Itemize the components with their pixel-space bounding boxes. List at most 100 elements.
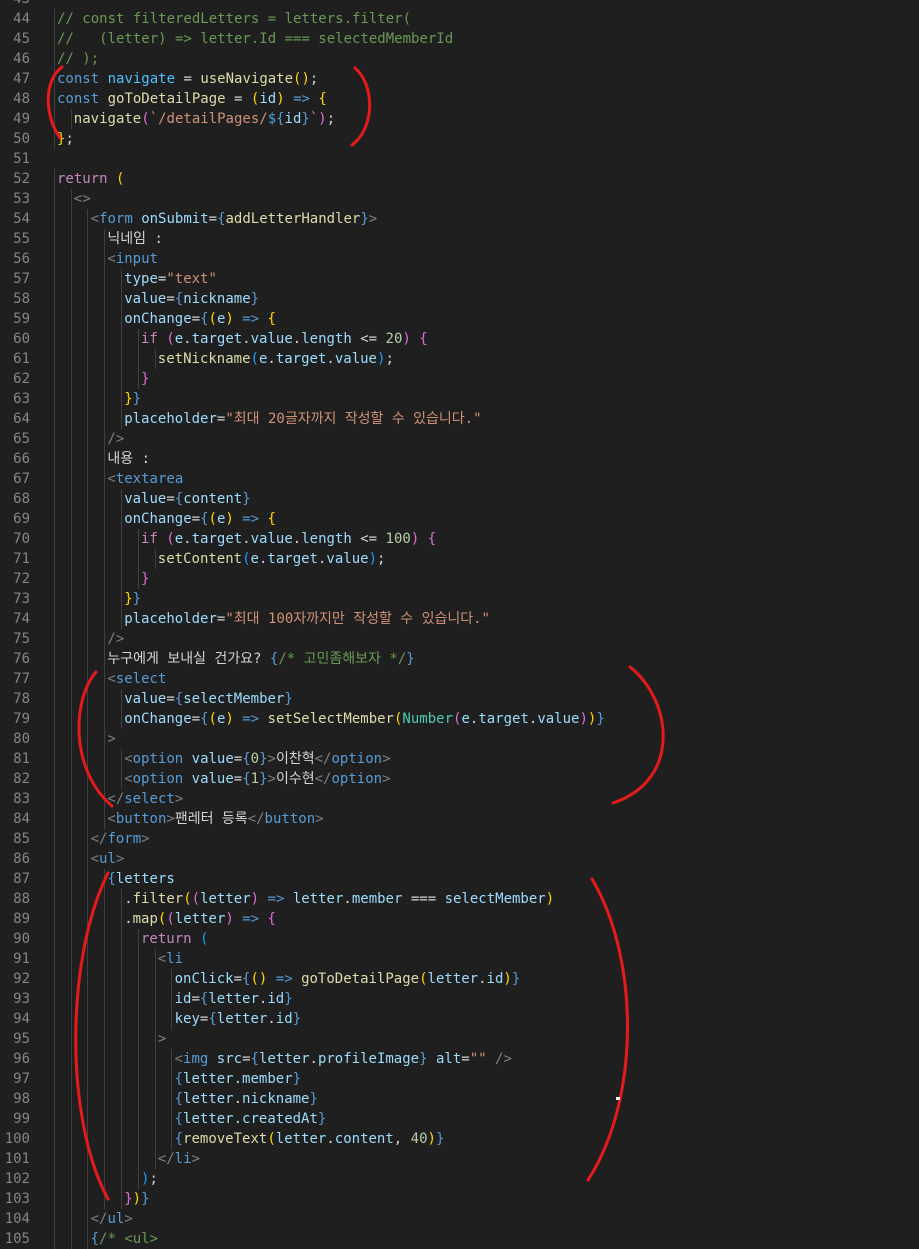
code-token: value	[124, 491, 167, 507]
code-line[interactable]: 89 .map((letter) => {	[0, 909, 919, 929]
code-token: 이수현	[275, 771, 315, 787]
indent-guide	[53, 1089, 55, 1109]
line-number: 51	[13, 151, 30, 167]
code-line[interactable]: 64 placeholder="최대 20글자까지 작성할 수 있습니다."	[0, 409, 919, 429]
code-token: (	[208, 511, 217, 527]
code-line[interactable]: 86 <ul>	[0, 849, 919, 869]
code-line[interactable]: 88 .filter((letter) => letter.member === …	[0, 889, 919, 909]
code-line[interactable]: 43	[0, 0, 919, 9]
code-line[interactable]: 90 return (	[0, 929, 919, 949]
code-line[interactable]: 84 <button>팬레터 등록</button>	[0, 809, 919, 829]
code-token: 누구에게 보내실 건가요?	[107, 651, 270, 667]
code-token: {	[427, 531, 437, 547]
code-line[interactable]: 71 setContent(e.target.value);	[0, 549, 919, 569]
code-line[interactable]: 50};	[0, 129, 919, 149]
code-line[interactable]: 87 {letters	[0, 869, 919, 889]
code-line[interactable]: 67 <textarea	[0, 469, 919, 489]
code-line[interactable]: 58 value={nickname}	[0, 289, 919, 309]
code-line[interactable]: 65 />	[0, 429, 919, 449]
code-line[interactable]: 94 key={letter.id}	[0, 1009, 919, 1029]
indent-guide	[121, 569, 122, 589]
code-token: }	[259, 771, 268, 787]
code-token: }	[124, 391, 133, 407]
code-token: e	[174, 331, 184, 347]
indent-guide	[53, 649, 55, 669]
code-token: button	[115, 811, 167, 827]
code-line[interactable]: 68 value={content}	[0, 489, 919, 509]
code-line[interactable]: 70 if (e.target.value.length <= 100) {	[0, 529, 919, 549]
code-line[interactable]: 76 누구에게 보내실 건가요? {/* 고민좀해보자 */}	[0, 649, 919, 669]
code-line[interactable]: 48 const goToDetailPage = (id) => {	[0, 89, 919, 109]
code-line[interactable]: 54 <form onSubmit={addLetterHandler}>	[0, 209, 919, 229]
code-line[interactable]: 85 </form>	[0, 829, 919, 849]
code-line[interactable]: 51	[0, 149, 919, 169]
code-line[interactable]: 49 navigate(`/detailPages/${id}`);	[0, 109, 919, 129]
code-line[interactable]: 47 const navigate = useNavigate();	[0, 69, 919, 89]
code-line[interactable]: 83 </select>	[0, 789, 919, 809]
code-editor[interactable]: 43 44 // const filteredLetters = letters.f…	[0, 0, 919, 1249]
code-token: addLetterHandler	[225, 211, 361, 227]
code-line[interactable]: 75 />	[0, 629, 919, 649]
indent-guide	[171, 1129, 173, 1149]
code-token: (	[141, 111, 150, 127]
code-line[interactable]: 92 onClick={() => goToDetailPage(letter.i…	[0, 969, 919, 989]
code-line[interactable]: 56 <input	[0, 249, 919, 269]
code-line[interactable]: 77 <select	[0, 669, 919, 689]
code-line[interactable]: 57 type="text"	[0, 269, 919, 289]
code-text: }	[141, 369, 149, 389]
code-line[interactable]: 102);	[0, 1169, 919, 1189]
indent-guide	[104, 789, 106, 809]
code-line[interactable]: 66 내용 :	[0, 449, 919, 469]
code-text: const goToDetailPage = (id) => {	[57, 89, 327, 109]
code-line[interactable]: 80 >	[0, 729, 919, 749]
code-line[interactable]: 96 <img src={letter.profileImage} alt="" …	[0, 1049, 919, 1069]
code-line[interactable]: 55 닉네임 :	[0, 229, 919, 249]
code-token: .	[326, 1131, 335, 1147]
code-line[interactable]: 82 <option value={1}>이수현</option>	[0, 769, 919, 789]
indent-guide	[53, 629, 55, 649]
code-line[interactable]: 98 {letter.nickname}	[0, 1089, 919, 1109]
code-line[interactable]: 99 {letter.createdAt}	[0, 1109, 919, 1129]
code-line[interactable]: 95 >	[0, 1029, 919, 1049]
indent-guide	[87, 1149, 89, 1169]
code-text: <>	[74, 189, 91, 209]
code-line[interactable]: 52 return (	[0, 169, 919, 189]
code-line[interactable]: 78 value={selectMember}	[0, 689, 919, 709]
code-line[interactable]: 100 {removeText(letter.content, 40)}	[0, 1129, 919, 1149]
code-line[interactable]: 104 </ul>	[0, 1209, 919, 1229]
code-line[interactable]: 61 setNickname(e.target.value);	[0, 349, 919, 369]
code-line[interactable]: 73}}	[0, 589, 919, 609]
code-line[interactable]: 81 <option value={0}>이찬혁</option>	[0, 749, 919, 769]
code-line[interactable]: 45 // (letter) => letter.Id === selectedM…	[0, 29, 919, 49]
code-line[interactable]: 62}	[0, 369, 919, 389]
code-line[interactable]: 60 if (e.target.value.length <= 20) {	[0, 329, 919, 349]
code-line[interactable]: 103})}	[0, 1189, 919, 1209]
code-line[interactable]: 79 onChange={(e) => setSelectMember(Numbe…	[0, 709, 919, 729]
code-line[interactable]: 74 placeholder="최대 100자까지만 작성할 수 있습니다."	[0, 609, 919, 629]
code-line[interactable]: 63}}	[0, 389, 919, 409]
indent-guide	[87, 869, 89, 889]
code-line[interactable]: 101 </li>	[0, 1149, 919, 1169]
code-token: =	[242, 1051, 251, 1067]
code-line[interactable]: 97 {letter.member}	[0, 1069, 919, 1089]
code-line[interactable]: 93 id={letter.id}	[0, 989, 919, 1009]
code-text: <textarea	[107, 469, 183, 489]
code-line[interactable]: 72}	[0, 569, 919, 589]
code-token: e	[174, 531, 184, 547]
code-line[interactable]: 91 <li	[0, 949, 919, 969]
line-number: 94	[13, 1011, 30, 1027]
code-line[interactable]: 46 // );	[0, 49, 919, 69]
code-line[interactable]: 69 onChange={(e) => {	[0, 509, 919, 529]
code-line[interactable]: 53 <>	[0, 189, 919, 209]
code-line[interactable]: 44 // const filteredLetters = letters.fil…	[0, 9, 919, 29]
code-token: img	[183, 1051, 209, 1067]
code-token: onChange	[124, 511, 192, 527]
line-number: 103	[4, 1191, 30, 1207]
indent-guide	[70, 369, 72, 389]
indent-guide	[87, 609, 89, 629]
code-line[interactable]: 105 {/* <ul>	[0, 1229, 919, 1249]
code-line[interactable]: 59 onChange={(e) => {	[0, 309, 919, 329]
